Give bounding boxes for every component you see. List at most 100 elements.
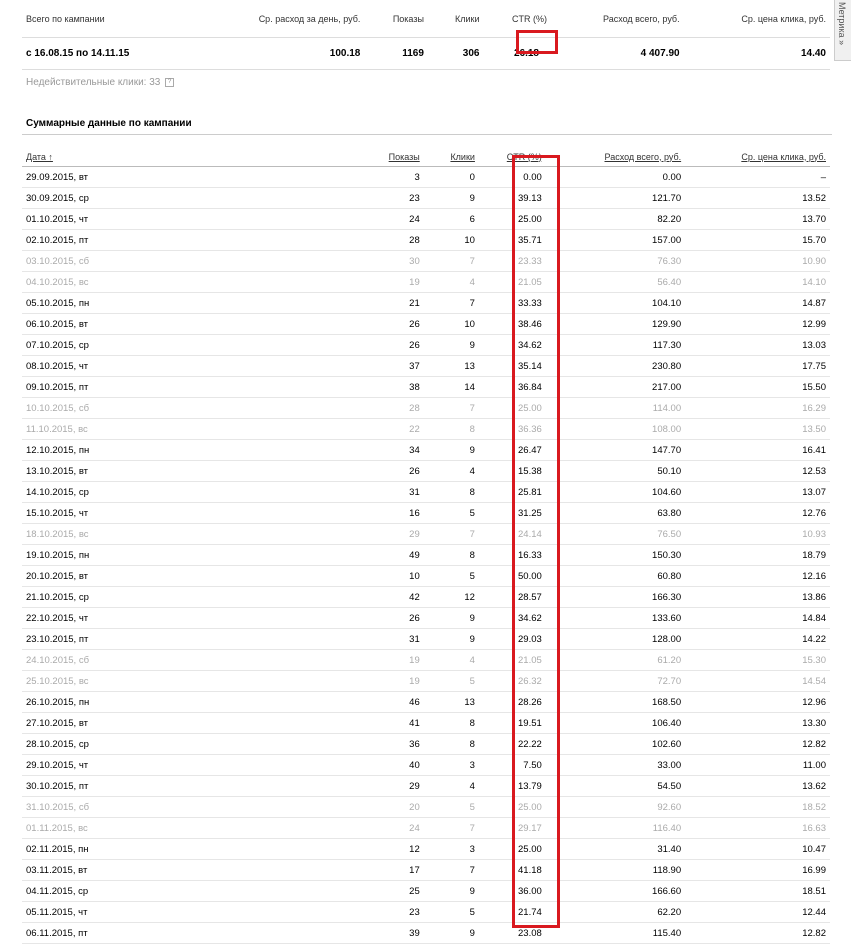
cell-shows: 25 — [251, 880, 420, 902]
header-spend[interactable]: Расход всего, руб. — [549, 147, 682, 167]
cell-date: 30.10.2015, пт — [22, 775, 252, 797]
cell-cpc: 14.87 — [681, 292, 830, 314]
table-row: 02.10.2015, пт 28 10 35.71 157.00 15.70 — [22, 229, 830, 251]
cell-date: 23.10.2015, пт — [22, 628, 252, 650]
cell-cpc: 15.50 — [681, 376, 830, 398]
cell-date: 07.10.2015, ср — [22, 334, 252, 356]
summary-spend: 4 407.90 — [547, 37, 680, 70]
cell-date: 05.11.2015, чт — [22, 901, 252, 923]
daily-table-body: 29.09.2015, вт 3 0 0.00 0.00–30.09.2015, ср 2… — [22, 166, 830, 944]
cell-spend: 76.30 — [549, 250, 682, 272]
summary-header-row: Всего по кампании Ср. расход за день, ру… — [22, 0, 830, 38]
cell-spend: 129.90 — [549, 313, 682, 335]
metrika-tab[interactable]: Метрика » — [834, 0, 851, 61]
summary-header-clicks: Клики — [454, 13, 480, 24]
cell-spend: 92.60 — [549, 796, 682, 818]
cell-shows: 19 — [251, 271, 420, 293]
table-row: 12.10.2015, пн 34 9 26.47 147.70 16.41 — [22, 439, 830, 461]
cell-shows: 24 — [251, 817, 420, 839]
cell-cpc: 13.30 — [681, 712, 830, 734]
cell-shows: 12 — [251, 838, 420, 860]
cell-spend: 104.60 — [549, 481, 682, 503]
table-row: 07.10.2015, ср 26 9 34.62 117.30 13.03 — [22, 334, 830, 356]
cell-cpc: 12.82 — [681, 922, 830, 944]
cell-clicks: 8 — [419, 481, 475, 503]
cell-cpc: 16.29 — [681, 397, 830, 419]
cell-shows: 28 — [251, 397, 420, 419]
table-row: 29.10.2015, чт 40 3 7.50 33.00 11.00 — [22, 754, 830, 776]
summary-values-row: с 16.08.15 по 14.11.15 100.18 1169 306 2… — [22, 37, 830, 70]
cell-clicks: 5 — [419, 670, 475, 692]
cell-cpc: 14.10 — [681, 271, 830, 293]
cell-clicks: 3 — [419, 838, 475, 860]
cell-shows: 30 — [251, 250, 420, 272]
cell-clicks: 7 — [419, 292, 475, 314]
cell-cpc: 13.62 — [681, 775, 830, 797]
cell-date: 11.10.2015, вс — [22, 418, 252, 440]
cell-clicks: 7 — [419, 523, 475, 545]
cell-cpc: 13.07 — [681, 481, 830, 503]
cell-clicks: 3 — [419, 754, 475, 776]
summary-cpc: 14.40 — [679, 37, 830, 70]
cell-date: 20.10.2015, вт — [22, 565, 252, 587]
cell-shows: 31 — [251, 628, 420, 650]
cell-clicks: 12 — [419, 586, 475, 608]
header-shows[interactable]: Показы — [251, 147, 420, 167]
cell-date: 19.10.2015, пн — [22, 544, 252, 566]
metrika-tab-label: Метрика » — [837, 2, 847, 46]
table-row: 19.10.2015, пн 49 8 16.33 150.30 18.79 — [22, 544, 830, 566]
header-clicks[interactable]: Клики — [419, 147, 475, 167]
table-row: 29.09.2015, вт 3 0 0.00 0.00– — [22, 166, 830, 188]
cell-clicks: 4 — [419, 460, 475, 482]
cell-clicks: 6 — [419, 208, 475, 230]
cell-cpc: 13.52 — [681, 187, 830, 209]
cell-shows: 24 — [251, 208, 420, 230]
cell-date: 09.10.2015, пт — [22, 376, 252, 398]
cell-date: 03.10.2015, сб — [22, 250, 252, 272]
help-icon[interactable]: ? — [165, 77, 175, 87]
cell-date: 03.11.2015, вт — [22, 859, 252, 881]
cell-shows: 37 — [251, 355, 420, 377]
cell-shows: 28 — [251, 229, 420, 251]
cell-spend: 76.50 — [549, 523, 682, 545]
cell-date: 10.10.2015, сб — [22, 397, 252, 419]
cell-clicks: 7 — [419, 397, 475, 419]
cell-cpc: 10.93 — [681, 523, 830, 545]
cell-shows: 29 — [251, 523, 420, 545]
cell-clicks: 4 — [419, 649, 475, 671]
cell-cpc: 13.50 — [681, 418, 830, 440]
cell-cpc: 16.63 — [681, 817, 830, 839]
table-row: 28.10.2015, ср 36 8 22.22 102.60 12.82 — [22, 733, 830, 755]
cell-cpc: 12.53 — [681, 460, 830, 482]
cell-cpc: 18.79 — [681, 544, 830, 566]
cell-date: 12.10.2015, пн — [22, 439, 252, 461]
cell-clicks: 10 — [419, 313, 475, 335]
cell-clicks: 14 — [419, 376, 475, 398]
table-row: 01.11.2015, вс 24 7 29.17 116.40 16.63 — [22, 817, 830, 839]
cell-clicks: 5 — [419, 502, 475, 524]
cell-spend: 230.80 — [549, 355, 682, 377]
table-row: 22.10.2015, чт 26 9 34.62 133.60 14.84 — [22, 607, 830, 629]
cell-shows: 16 — [251, 502, 420, 524]
cell-shows: 17 — [251, 859, 420, 881]
cell-clicks: 9 — [419, 922, 475, 944]
cell-spend: 117.30 — [549, 334, 682, 356]
table-row: 03.10.2015, сб 30 7 23.33 76.30 10.90 — [22, 250, 830, 272]
cell-cpc: 16.99 — [681, 859, 830, 881]
cell-shows: 3 — [251, 166, 420, 188]
summary-header-total: Всего по кампании — [26, 13, 105, 24]
cell-shows: 22 — [251, 418, 420, 440]
table-row: 26.10.2015, пн 46 13 28.26 168.50 12.96 — [22, 691, 830, 713]
header-cpc[interactable]: Ср. цена клика, руб. — [681, 147, 830, 167]
summary-header-spend: Расход всего, руб. — [602, 13, 680, 24]
header-date[interactable]: Дата ↑ — [22, 147, 252, 167]
cell-date: 02.10.2015, пт — [22, 229, 252, 251]
cell-clicks: 5 — [419, 565, 475, 587]
cell-clicks: 9 — [419, 628, 475, 650]
cell-spend: 102.60 — [549, 733, 682, 755]
cell-spend: 168.50 — [549, 691, 682, 713]
cell-date: 15.10.2015, чт — [22, 502, 252, 524]
table-row: 25.10.2015, вс 19 5 26.32 72.70 14.54 — [22, 670, 830, 692]
table-row: 08.10.2015, чт 37 13 35.14 230.80 17.75 — [22, 355, 830, 377]
cell-date: 28.10.2015, ср — [22, 733, 252, 755]
